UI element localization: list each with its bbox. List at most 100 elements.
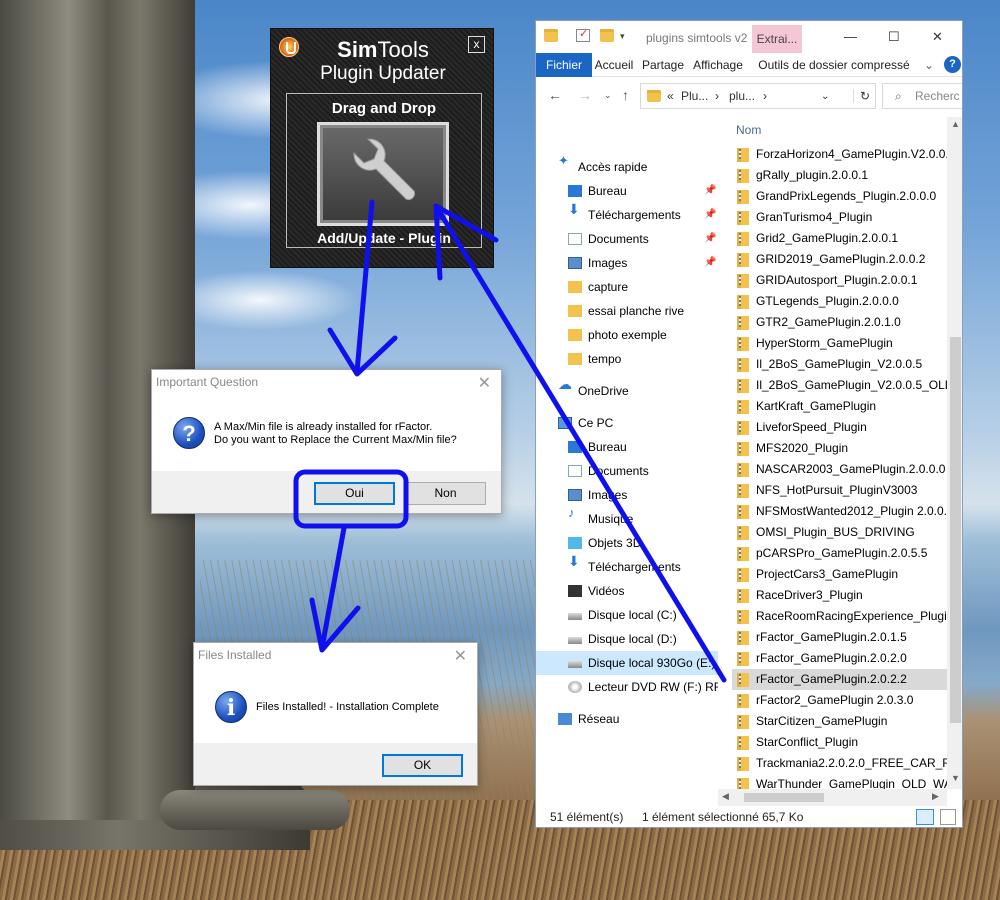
file-row[interactable]: MFS2020_Plugin xyxy=(732,438,948,459)
file-list: Nom ForzaHorizon4_GamePlugin.V2.0.0.0 gRa… xyxy=(726,117,962,803)
nav-item[interactable]: tempo xyxy=(536,347,718,371)
file-row[interactable]: NFS_HotPursuit_PluginV3003 xyxy=(732,480,948,501)
file-row[interactable]: ProjectCars3_GamePlugin xyxy=(732,564,948,585)
file-row[interactable]: NASCAR2003_GamePlugin.2.0.0.0 xyxy=(732,459,948,480)
file-row[interactable]: rFactor_GamePlugin.2.0.1.5 xyxy=(732,627,948,648)
file-row[interactable]: rFactor_GamePlugin.2.0.2.2 xyxy=(732,669,948,690)
file-row[interactable]: GranTurismo4_Plugin xyxy=(732,207,948,228)
nav-item[interactable]: Lecteur DVD RW (F:) RFA xyxy=(536,675,718,699)
file-row[interactable]: RaceRoomRacingExperience_Plugin xyxy=(732,606,948,627)
nav-item[interactable]: ✦ Accès rapide xyxy=(536,154,718,179)
file-row[interactable]: GRID2019_GamePlugin.2.0.0.2 xyxy=(732,249,948,270)
horizontal-scrollbar[interactable]: ◀ ▶ xyxy=(718,789,947,806)
nav-item[interactable]: Disque local (C:) xyxy=(536,603,718,627)
file-row[interactable]: NFSMostWanted2012_Plugin 2.0.0.2 xyxy=(732,501,948,522)
large-icons-view-icon[interactable] xyxy=(940,809,956,825)
forward-arrow-icon[interactable]: → xyxy=(578,87,592,103)
ok-button[interactable]: OK xyxy=(382,754,463,777)
maximize-button[interactable]: ☐ xyxy=(888,29,900,45)
nav-item[interactable]: essai planche rive xyxy=(536,299,718,323)
search-input[interactable]: Recherc xyxy=(915,89,960,103)
nav-item[interactable]: Ce PC xyxy=(536,411,718,435)
file-row[interactable]: KartKraft_GamePlugin xyxy=(732,396,948,417)
quick-access-dropdown-icon[interactable]: ▾ xyxy=(620,31,634,44)
recent-dropdown-icon[interactable]: ⌄ xyxy=(604,90,612,101)
tab-fichier[interactable]: Fichier xyxy=(536,53,592,77)
file-row[interactable]: StarConflict_Plugin xyxy=(732,732,948,753)
up-arrow-icon[interactable]: ↑ xyxy=(622,87,629,103)
file-row[interactable]: LiveforSpeed_Plugin xyxy=(732,417,948,438)
nav-item[interactable]: ♪ Musique xyxy=(536,506,718,531)
file-row[interactable]: ForzaHorizon4_GamePlugin.V2.0.0.0 xyxy=(732,144,948,165)
file-row[interactable]: Trackmania2.2.0.2.0_FREE_CAR_RAC xyxy=(732,753,948,774)
file-row[interactable]: rFactor2_GamePlugin 2.0.3.0 xyxy=(732,690,948,711)
file-row[interactable]: RaceDriver3_Plugin xyxy=(732,585,948,606)
breadcrumb-overflow[interactable]: « xyxy=(667,89,674,103)
close-icon[interactable]: ✕ xyxy=(478,373,491,393)
nav-item[interactable]: ⬇ Téléchargements xyxy=(536,554,718,579)
column-header-name[interactable]: Nom xyxy=(736,123,761,137)
breadcrumb-plugins[interactable]: Plu... xyxy=(681,89,708,103)
file-row[interactable]: Il_2BoS_GamePlugin_V2.0.0.5 xyxy=(732,354,948,375)
nav-item[interactable]: Vidéos xyxy=(536,579,718,603)
file-name: StarConflict_Plugin xyxy=(756,735,859,749)
file-row[interactable]: GTLegends_Plugin.2.0.0.0 xyxy=(732,291,948,312)
tab-accueil[interactable]: Accueil xyxy=(592,53,636,77)
file-name: pCARSPro_GamePlugin.2.0.5.5 xyxy=(756,546,928,560)
back-arrow-icon[interactable]: ← xyxy=(548,87,562,103)
nav-item[interactable]: ⬇ Téléchargements 📌 xyxy=(536,202,718,227)
file-row[interactable]: Grid2_GamePlugin.2.0.0.1 xyxy=(732,228,948,249)
file-name: NFS_HotPursuit_PluginV3003 xyxy=(756,483,918,497)
nav-item[interactable]: capture xyxy=(536,275,718,299)
drop-target-button[interactable] xyxy=(317,122,449,226)
properties-icon[interactable]: ✓ xyxy=(576,28,590,42)
file-row[interactable]: OMSI_Plugin_BUS_DRIVING xyxy=(732,522,948,543)
file-row[interactable]: pCARSPro_GamePlugin.2.0.5.5 xyxy=(732,543,948,564)
explorer-window: ✓ ▾ plugins simtools v2 Extrai... — ☐ ✕ … xyxy=(535,20,963,828)
file-row[interactable]: gRally_plugin.2.0.0.1 xyxy=(732,165,948,186)
zip-folder-icon xyxy=(737,400,749,414)
nav-item[interactable]: Bureau 📌 xyxy=(536,179,718,203)
nav-item[interactable]: Documents xyxy=(536,459,718,483)
nav-item[interactable]: Bureau xyxy=(536,435,718,459)
nav-item[interactable]: Images 📌 xyxy=(536,251,718,275)
file-row[interactable]: GrandPrixLegends_Plugin.2.0.0.0 xyxy=(732,186,948,207)
minimize-button[interactable]: — xyxy=(844,29,857,44)
nav-item[interactable]: Réseau xyxy=(536,707,718,731)
nav-item[interactable]: ☁ OneDrive xyxy=(536,377,718,403)
nav-item[interactable]: Documents 📌 xyxy=(536,227,718,251)
nav-item[interactable]: photo exemple xyxy=(536,323,718,347)
tab-outils-dossier-compresse[interactable]: Outils de dossier compressé xyxy=(758,53,910,77)
ribbon-expand-icon[interactable]: ⌄ xyxy=(922,53,936,77)
breadcrumb-current[interactable]: plu... xyxy=(729,89,755,103)
drop-zone[interactable]: Drag and Drop Add/Update - Plugin xyxy=(286,93,482,248)
tab-extract-tools[interactable]: Extrai... xyxy=(752,25,802,53)
no-button[interactable]: Non xyxy=(405,482,486,505)
file-name: GranTurismo4_Plugin xyxy=(756,210,873,224)
yes-button[interactable]: Oui xyxy=(314,482,395,505)
file-row[interactable]: rFactor_GamePlugin.2.0.2.0 xyxy=(732,648,948,669)
tab-affichage[interactable]: Affichage xyxy=(690,53,746,77)
nav-item[interactable]: Objets 3D xyxy=(536,531,718,555)
nav-item[interactable]: Disque local 930Go (E:) xyxy=(536,651,718,675)
file-row[interactable]: StarCitizen_GamePlugin xyxy=(732,711,948,732)
close-button[interactable]: ✕ xyxy=(932,29,943,45)
file-row[interactable]: Il_2BoS_GamePlugin_V2.0.0.5_OLD_V xyxy=(732,375,948,396)
close-icon[interactable]: ✕ xyxy=(454,646,467,666)
nav-item[interactable]: Images xyxy=(536,483,718,507)
file-row[interactable]: GRIDAutosport_Plugin.2.0.0.1 xyxy=(732,270,948,291)
address-dropdown-icon[interactable]: ⌄ xyxy=(821,91,829,102)
new-folder-icon[interactable] xyxy=(600,29,614,42)
file-row[interactable]: GTR2_GamePlugin.2.0.1.0 xyxy=(732,312,948,333)
vertical-scrollbar[interactable]: ▲ ▼ xyxy=(947,117,962,789)
details-view-icon[interactable] xyxy=(916,809,934,825)
refresh-icon[interactable]: ↻ xyxy=(853,89,870,103)
search-box[interactable]: ⌕ Recherc xyxy=(882,83,962,109)
tab-partage[interactable]: Partage xyxy=(640,53,686,77)
address-bar[interactable]: « Plu... › plu... › ⌄ ↻ xyxy=(640,83,876,109)
help-icon[interactable]: ? xyxy=(944,56,961,73)
nav-item[interactable]: Disque local (D:) xyxy=(536,627,718,651)
nav-item-label: tempo xyxy=(588,352,622,366)
file-row[interactable]: HyperStorm_GamePlugin xyxy=(732,333,948,354)
nav-item-label: Documents xyxy=(588,232,649,246)
